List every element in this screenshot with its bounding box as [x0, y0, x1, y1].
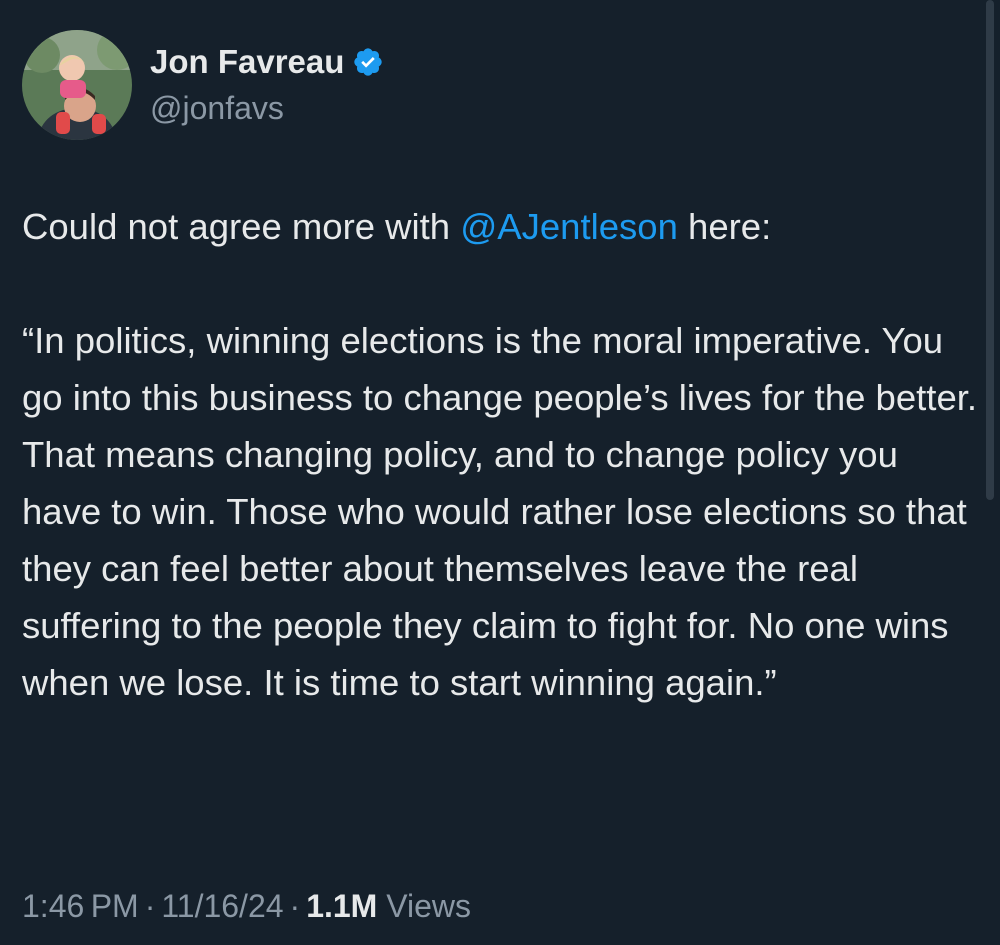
tweet-time[interactable]: 1:46 PM — [22, 888, 139, 924]
avatar[interactable] — [22, 30, 132, 140]
mention-link[interactable]: @AJentleson — [460, 206, 678, 247]
meta-separator: · — [144, 888, 156, 924]
author-handle[interactable]: @jonfavs — [150, 88, 384, 128]
scrollbar[interactable] — [986, 0, 994, 500]
verified-badge-icon[interactable] — [352, 46, 384, 78]
tweet-intro: Could not agree more with @AJentleson he… — [22, 198, 978, 255]
meta-separator-2: · — [289, 888, 301, 924]
tweet: Jon Favreau @jonfavs Could not agree mor… — [0, 0, 1000, 945]
author-names: Jon Favreau @jonfavs — [150, 42, 384, 128]
views-count[interactable]: 1.1M — [306, 888, 377, 924]
author-name-row[interactable]: Jon Favreau — [150, 42, 384, 82]
tweet-meta: 1:46 PM · 11/16/24 · 1.1M Views — [22, 880, 471, 932]
intro-text: Could not agree more with — [22, 206, 461, 247]
profile-photo-icon — [22, 30, 132, 140]
display-name[interactable]: Jon Favreau — [150, 42, 344, 82]
views-label: Views — [386, 888, 471, 924]
intro-text-end: here: — [677, 206, 772, 247]
tweet-text: Could not agree more with @AJentleson he… — [22, 198, 978, 711]
tweet-date[interactable]: 11/16/24 — [161, 888, 283, 924]
tweet-header: Jon Favreau @jonfavs — [22, 30, 384, 140]
tweet-quote: “In politics, winning elections is the m… — [22, 320, 978, 703]
